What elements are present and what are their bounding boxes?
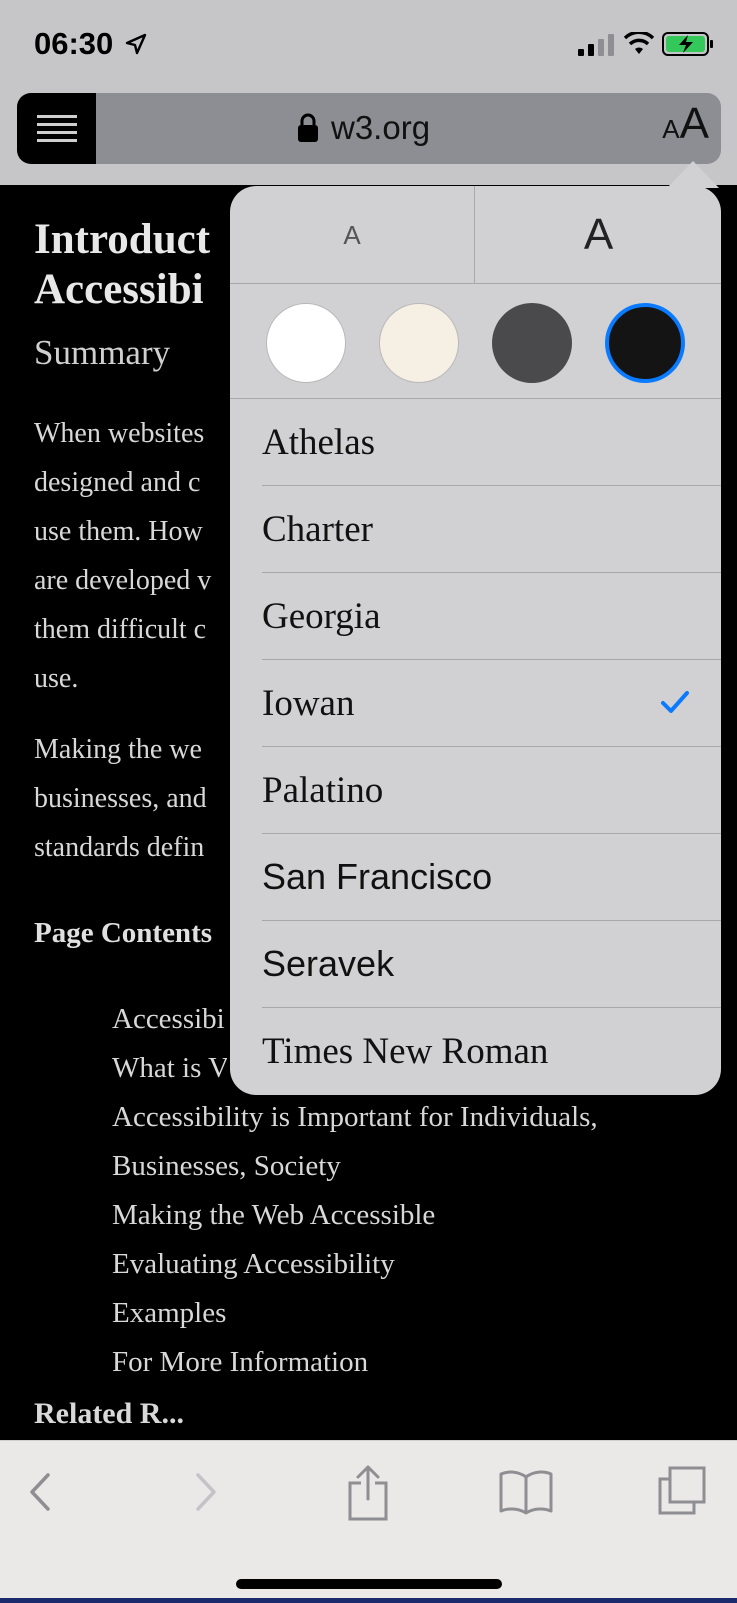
increase-font-size-button[interactable]: A [476,186,721,284]
text-size-button[interactable]: AA [662,99,709,149]
font-option-times-new-roman[interactable]: Times New Roman [262,1008,721,1095]
lock-icon [298,113,318,142]
back-chevron-icon[interactable] [26,1471,56,1513]
theme-sepia-button[interactable] [379,303,459,383]
font-option-label: Athelas [262,421,376,463]
url-display[interactable]: w3.org [297,106,430,150]
font-option-georgia[interactable]: Georgia [262,573,721,660]
home-indicator[interactable] [236,1579,502,1589]
paragraph-line: use. [34,663,79,694]
paragraph-line: Making the we [34,734,202,765]
toc-link[interactable]: Accessibi [112,995,227,1044]
font-option-palatino[interactable]: Palatino [262,747,721,834]
font-option-san-francisco[interactable]: San Francisco [262,834,721,921]
text-size-large-glyph: A [679,99,709,148]
font-option-charter[interactable]: Charter [262,486,721,573]
status-time: 06:30 [34,26,114,61]
font-option-seravek[interactable]: Seravek [262,921,721,1008]
font-option-label: Charter [262,508,373,550]
paragraph-line: them difficult c [34,614,207,645]
page-contents-heading: Page Contents [34,917,213,949]
toc-link[interactable]: For More Information [112,1338,732,1387]
tabs-icon[interactable] [656,1465,708,1517]
font-option-label: Seravek [262,943,395,984]
location-arrow-icon [125,33,147,55]
theme-black-button-selected[interactable] [605,303,685,383]
font-option-label: Palatino [262,769,384,811]
paragraph-line: businesses, and [34,783,207,814]
paragraph-line: designed and c [34,467,201,498]
browser-header: 06:30 w3.org AA [0,0,737,185]
text-size-small-glyph: A [662,114,680,144]
font-option-athelas[interactable]: Athelas [262,399,721,486]
reader-view-button[interactable] [17,93,96,164]
article-paragraph-2: Making the we businesses, and standards … [34,725,224,872]
toc-link[interactable]: Making the Web Accessible [112,1191,732,1240]
toc-link[interactable]: Examples [112,1289,732,1338]
article-summary-heading: Summary [34,333,171,372]
url-text: w3.org [331,109,431,146]
toc-link[interactable]: Evaluating Accessibility [112,1240,732,1289]
font-list: Athelas Charter Georgia Iowan Palatino S… [230,398,721,1095]
font-option-iowan[interactable]: Iowan [262,660,721,747]
font-option-label: Iowan [262,682,355,724]
popover-arrow [667,161,719,188]
theme-gray-button[interactable] [492,303,572,383]
paragraph-line: When websites [34,418,205,449]
font-option-label: Times New Roman [262,1031,549,1072]
theme-white-button[interactable] [266,303,346,383]
checkmark-icon [661,691,689,713]
paragraph-line: use them. How [34,516,203,547]
toc-link[interactable]: What is V [112,1044,227,1093]
reader-settings-popover: A A Athelas Charter Georgia Iowan Palati… [230,186,721,1095]
article-paragraph-1: When websites designed and c use them. H… [34,409,224,703]
related-heading-partial: Related R... [34,1397,184,1430]
wifi-icon [624,32,654,54]
paragraph-line: standards defin [34,832,205,863]
font-size-controls: A A [230,186,721,284]
decrease-font-size-button[interactable]: A [230,186,475,284]
bookmarks-icon[interactable] [498,1469,554,1515]
font-option-label: Georgia [262,595,381,637]
share-icon[interactable] [346,1463,390,1523]
paragraph-line: are developed v [34,565,212,596]
forward-chevron-icon[interactable] [190,1471,220,1513]
toc-link[interactable]: Accessibility is Important for Individua… [112,1093,732,1191]
cellular-signal-icon [578,34,614,56]
font-option-label: San Francisco [262,856,493,897]
address-bar[interactable]: w3.org AA [17,93,721,164]
screen-bottom-edge [0,1598,737,1603]
battery-charging-icon [662,32,713,56]
